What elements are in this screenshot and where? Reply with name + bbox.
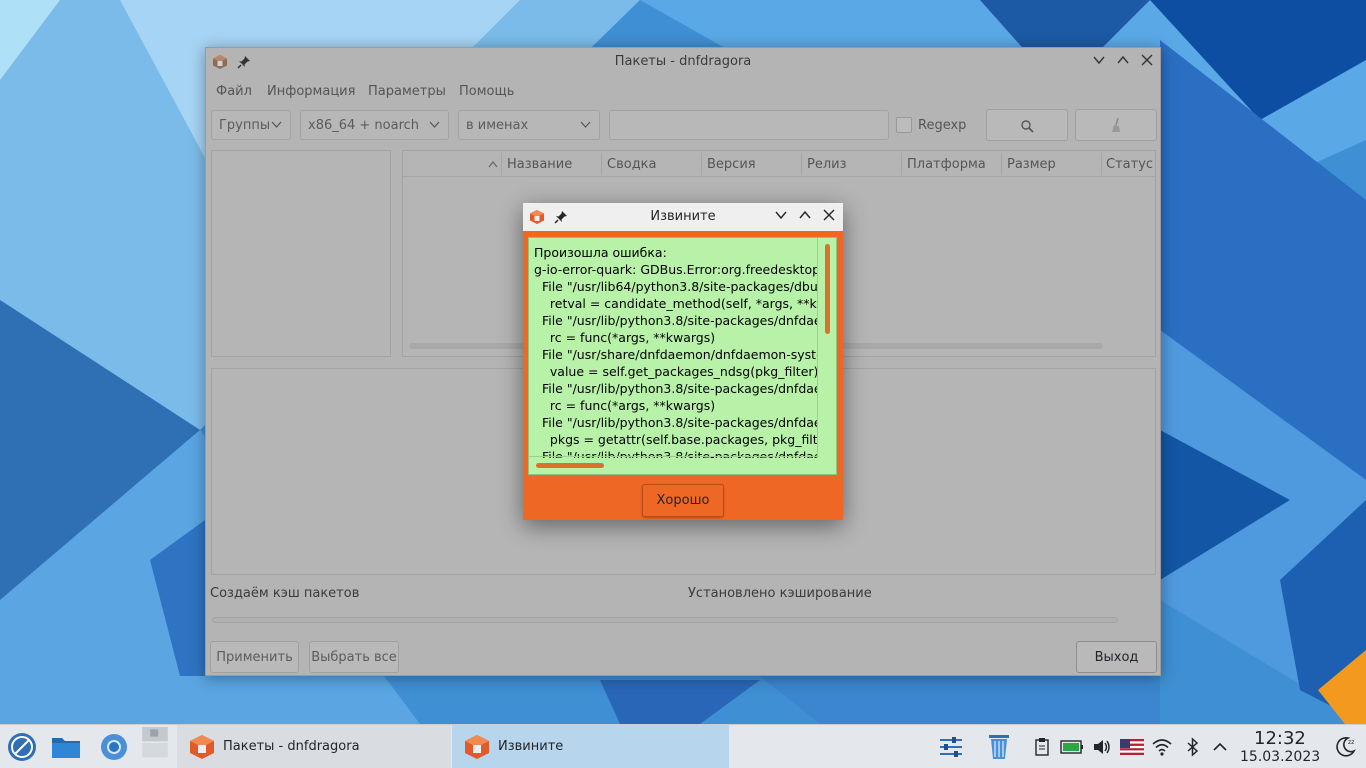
broom-icon [1112, 117, 1120, 132]
regexp-label: Regexp [918, 118, 967, 133]
column-separator [601, 153, 602, 175]
error-line: Произошла ошибка: [534, 245, 667, 260]
error-line: pkgs = getattr(self.base.packages, pkg_f… [534, 432, 817, 447]
menu-information[interactable]: Информация [267, 84, 355, 99]
error-line: retval = candidate_method(self, *args, *… [534, 296, 817, 311]
column-separator [801, 153, 802, 175]
status-left: Создаём кэш пакетов [210, 586, 360, 601]
chevron-up-icon[interactable] [1210, 737, 1230, 757]
dialog-titlebar[interactable]: Извините [523, 203, 843, 231]
desktop-pager-icon[interactable] [139, 727, 171, 759]
header-divider [403, 176, 1155, 177]
minimize-button[interactable] [1090, 53, 1108, 71]
chevron-down-icon [1093, 56, 1105, 65]
menu-settings[interactable]: Параметры [368, 84, 446, 99]
close-icon [823, 209, 835, 221]
chevron-down-icon [271, 121, 282, 128]
dnfdragora-box-icon [190, 735, 214, 759]
close-button[interactable] [1138, 53, 1156, 71]
group-filter-select[interactable]: Группы [211, 110, 291, 140]
wifi-icon[interactable] [1152, 737, 1172, 757]
column-separator [1001, 153, 1002, 175]
error-line: File "/usr/lib64/python3.8/site-packages… [534, 279, 817, 294]
column-header-release[interactable]: Релиз [807, 157, 847, 172]
error-message-box[interactable]: Произошла ошибка: g-io-error-quark: GDBu… [528, 237, 837, 475]
sort-ascending-icon[interactable] [487, 159, 499, 169]
keyboard-layout-flag-icon[interactable] [1120, 739, 1144, 755]
column-separator [501, 153, 502, 175]
svg-text:zz: zz [1348, 739, 1354, 746]
trash-icon[interactable] [986, 732, 1012, 760]
dialog-close-button[interactable] [820, 208, 838, 226]
clear-search-button[interactable] [1075, 109, 1157, 141]
clock-time[interactable]: 12:32 [1254, 728, 1306, 749]
ok-button[interactable]: Хорошо [642, 484, 724, 517]
column-header-name[interactable]: Название [507, 157, 572, 172]
task-label: Пакеты - dnfdragora [223, 739, 360, 754]
volume-icon[interactable] [1092, 737, 1112, 757]
error-line: g-io-error-quark: GDBus.Error:org.freede… [534, 262, 817, 277]
taskbar: Пакеты - dnfdragora Извините 12:32 15.03… [0, 724, 1366, 768]
error-line: File "/usr/lib/python3.8/site-packages/d… [534, 313, 817, 328]
progress-bar [212, 617, 1118, 623]
dnfdragora-box-icon [465, 735, 489, 759]
column-header-size[interactable]: Размер [1007, 157, 1056, 172]
error-line: value = self.get_packages_ndsg(pkg_filte… [534, 364, 817, 379]
chevron-up-icon [799, 210, 811, 219]
error-line: rc = func(*args, **kwargs) [534, 398, 716, 413]
night-mode-moon-icon[interactable]: zz [1333, 735, 1357, 759]
regexp-checkbox[interactable] [896, 117, 912, 133]
error-line: File "/usr/lib/python3.8/site-packages/d… [534, 415, 817, 430]
error-line: File "/usr/lib/python3.8/site-packages/d… [534, 381, 817, 396]
bluetooth-icon[interactable] [1183, 737, 1203, 757]
column-header-summary[interactable]: Сводка [607, 157, 657, 172]
chevron-up-icon [1117, 55, 1129, 64]
main-window-title: Пакеты - dnfdragora [614, 54, 752, 69]
column-separator [901, 153, 902, 175]
dialog-minimize-button[interactable] [772, 208, 790, 226]
clipboard-icon[interactable] [1032, 737, 1052, 757]
search-icon [1021, 120, 1034, 133]
status-right: Установлено кэширование [688, 586, 872, 601]
horizontal-scrollbar[interactable] [536, 463, 604, 468]
task-main-window[interactable]: Пакеты - dnfdragora [177, 725, 451, 768]
apply-button[interactable]: Применить [210, 641, 299, 673]
close-icon [1141, 54, 1153, 66]
error-line: rc = func(*args, **kwargs) [534, 330, 716, 345]
column-separator [701, 153, 702, 175]
search-input[interactable] [609, 110, 889, 140]
search-scope-select[interactable]: в именах [458, 110, 600, 140]
task-dialog[interactable]: Извините [452, 725, 729, 768]
chevron-down-icon [580, 121, 591, 128]
clock-date[interactable]: 15.03.2023 [1240, 749, 1320, 765]
groups-panel[interactable] [211, 150, 391, 357]
error-dialog: Извините Произошла ошибка: g-io-error-qu… [523, 203, 843, 520]
vertical-scrollbar[interactable] [825, 244, 830, 334]
exit-button[interactable]: Выход [1076, 641, 1157, 673]
file-manager-icon[interactable] [50, 731, 82, 763]
error-line: File "/usr/share/dnfdaemon/dnfdaemon-sys… [534, 347, 817, 362]
maximize-button[interactable] [1114, 53, 1132, 71]
settings-sliders-icon[interactable] [938, 734, 964, 760]
battery-icon[interactable] [1060, 737, 1084, 757]
arch-filter-select[interactable]: x86_64 + noarch [300, 110, 449, 140]
task-label: Извините [498, 739, 564, 754]
search-button[interactable] [986, 109, 1068, 141]
menu-file[interactable]: Файл [216, 84, 252, 99]
error-message-text: Произошла ошибка: g-io-error-quark: GDBu… [534, 244, 817, 458]
main-titlebar[interactable]: Пакеты - dnfdragora [206, 48, 1160, 76]
select-all-button[interactable]: Выбрать все [309, 641, 399, 673]
app-launcher-icon[interactable] [6, 731, 38, 763]
chevron-down-icon [429, 121, 440, 128]
browser-icon[interactable] [98, 731, 130, 763]
chevron-down-icon [775, 211, 787, 220]
column-header-status[interactable]: Статус [1106, 157, 1153, 172]
column-header-platform[interactable]: Платформа [907, 157, 986, 172]
column-header-version[interactable]: Версия [707, 157, 756, 172]
dialog-title: Извините [650, 209, 716, 224]
menu-help[interactable]: Помощь [459, 84, 514, 99]
dialog-maximize-button[interactable] [796, 208, 814, 226]
column-separator [1101, 153, 1102, 175]
